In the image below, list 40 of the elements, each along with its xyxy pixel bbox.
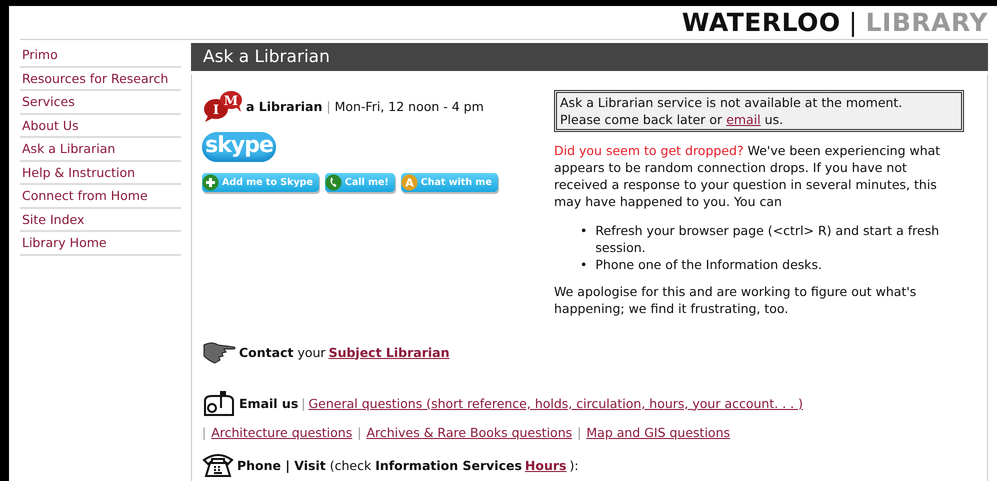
question-link[interactable]: General questions (short reference, holds, circulation, hours, your account. . . ) [308,396,803,410]
skype-logo: skype [202,132,276,162]
separator: | [357,425,362,440]
separator: | [301,396,306,410]
question-link[interactable]: Map and GIS questions [586,425,730,440]
nav-link[interactable]: Library Home [20,232,181,256]
question-link[interactable]: Archives & Rare Books questions [366,425,572,440]
nav-link[interactable]: Site Index [20,208,181,232]
subject-librarian-link[interactable]: Subject Librarian [328,344,450,360]
nav-link[interactable]: Ask a Librarian [20,138,181,162]
email-label: Email us [239,396,298,410]
phone-visit-text: Phone | Visit (check Information Services [237,458,522,472]
page-heading: Ask a Librarian [191,43,988,71]
phone-visit-end: ): [569,458,579,472]
hours-link[interactable]: Hours [524,458,566,472]
apology-paragraph: We apologise for this and are working to figure out what's happening; we find it frustrating, too. [554,283,918,317]
nav-link[interactable]: Primo [20,44,181,68]
nav-link[interactable]: Resources for Research [20,68,181,91]
nav-link[interactable]: Help & Instruction [20,162,181,185]
dropped-paragraph: Did you seem to get dropped? We've been experiencing what appears to be random connection drops. If you have not received a response to your question in several minutes, this may have happened to you. You can [554,142,942,210]
contact-text: Contact your [239,344,326,360]
telephone-icon [202,452,234,478]
separator: | [577,425,582,440]
question-link[interactable]: Architecture questions [211,425,352,440]
bullet-mark: • [580,222,588,240]
phone-icon [324,174,342,191]
mailbox-icon [202,389,236,417]
plus-icon [202,174,219,191]
tip-item: Refresh your browser page (<ctrl> R) and start a fresh session. [595,222,940,256]
nav-link[interactable]: Connect from Home [20,185,181,208]
service-hours: a Librarian | Mon-Fri, 12 noon - 4 pm [246,98,484,114]
nav-link[interactable]: About Us [20,114,181,138]
notice-box: Ask a Librarian service is not available at the moment. Please come back later or email us. [554,90,964,132]
nav-link[interactable]: Services [20,91,181,114]
bullet-mark: • [580,256,588,273]
library-logo[interactable]: WATERLOO | LIBRARY [682,8,988,38]
tip-item: Phone one of the Information desks. [595,256,822,273]
email-link[interactable]: email [726,112,761,127]
chat-bubble-icon: A [400,174,418,191]
separator: | [202,425,206,440]
